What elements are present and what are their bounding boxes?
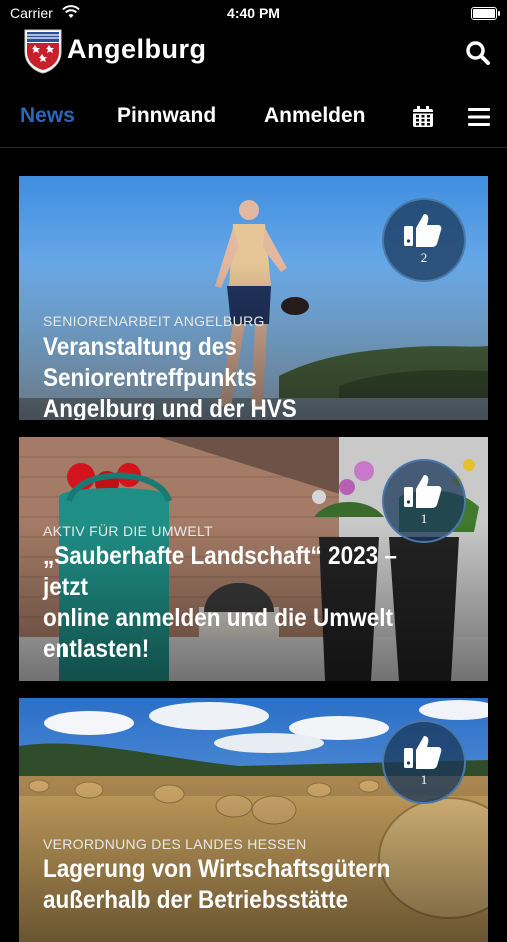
tab-news[interactable]: News xyxy=(20,104,75,128)
like-button[interactable]: 2 xyxy=(382,198,466,282)
like-button[interactable]: 1 xyxy=(382,459,466,543)
app-header: Angelburg xyxy=(0,26,507,76)
coat-of-arms-logo xyxy=(24,29,62,74)
thumbs-up-icon xyxy=(404,475,442,508)
tab-bar: News Pinnwand Anmelden xyxy=(0,96,507,142)
like-count: 2 xyxy=(420,250,428,265)
headline-line: „Sauberhafte Landschaft“ 2023 – jetzt xyxy=(43,542,397,601)
battery-icon xyxy=(471,7,500,20)
headline-line: außerhalb der Betriebsstätte xyxy=(43,886,349,914)
text-cursor xyxy=(63,643,65,657)
status-bar: Carrier 4:40 PM xyxy=(0,0,507,28)
card-category: Aktiv für die Umwelt xyxy=(43,523,213,539)
tab-pinnwand[interactable]: Pinnwand xyxy=(117,104,216,128)
headline-line: Lagerung von Wirtschaftsgütern xyxy=(43,855,391,883)
card-category: Seniorenarbeit Angelburg xyxy=(43,313,265,329)
headline-line: online anmelden und die Umwelt xyxy=(43,604,394,632)
headline-line: Veranstaltung des Seniorentreffpunkts xyxy=(43,333,257,392)
news-card-3[interactable]: 1 Verordnung des Landes Hessen Lagerung … xyxy=(19,698,488,942)
tab-anmelden[interactable]: Anmelden xyxy=(264,104,366,128)
calendar-icon[interactable] xyxy=(411,105,435,129)
card-category: Verordnung des Landes Hessen xyxy=(43,836,307,852)
card-headline[interactable]: Lagerung von Wirtschaftsgütern außerhalb… xyxy=(43,854,430,916)
app-title: Angelburg xyxy=(67,34,207,64)
card-headline[interactable]: „Sauberhafte Landschaft“ 2023 – jetzt on… xyxy=(43,541,430,665)
clock: 4:40 PM xyxy=(227,5,280,21)
like-count: 1 xyxy=(420,511,428,526)
headline-line: Angelburg und der HVS xyxy=(43,395,297,420)
like-button[interactable]: 1 xyxy=(382,720,466,804)
search-icon[interactable] xyxy=(465,40,491,66)
thumbs-up-icon xyxy=(404,736,442,769)
thumbs-up-icon xyxy=(404,214,442,247)
headline-line: entlasten! xyxy=(43,635,150,663)
like-count: 1 xyxy=(420,772,428,787)
tab-divider xyxy=(0,147,507,148)
card-headline[interactable]: Veranstaltung des Seniorentreffpunkts An… xyxy=(43,332,430,420)
news-card-2[interactable]: 1 Aktiv für die Umwelt „Sauberhafte Land… xyxy=(19,437,488,681)
news-card-1[interactable]: 2 Seniorenarbeit Angelburg Veranstaltung… xyxy=(19,176,488,420)
hamburger-menu-icon[interactable] xyxy=(468,107,490,127)
